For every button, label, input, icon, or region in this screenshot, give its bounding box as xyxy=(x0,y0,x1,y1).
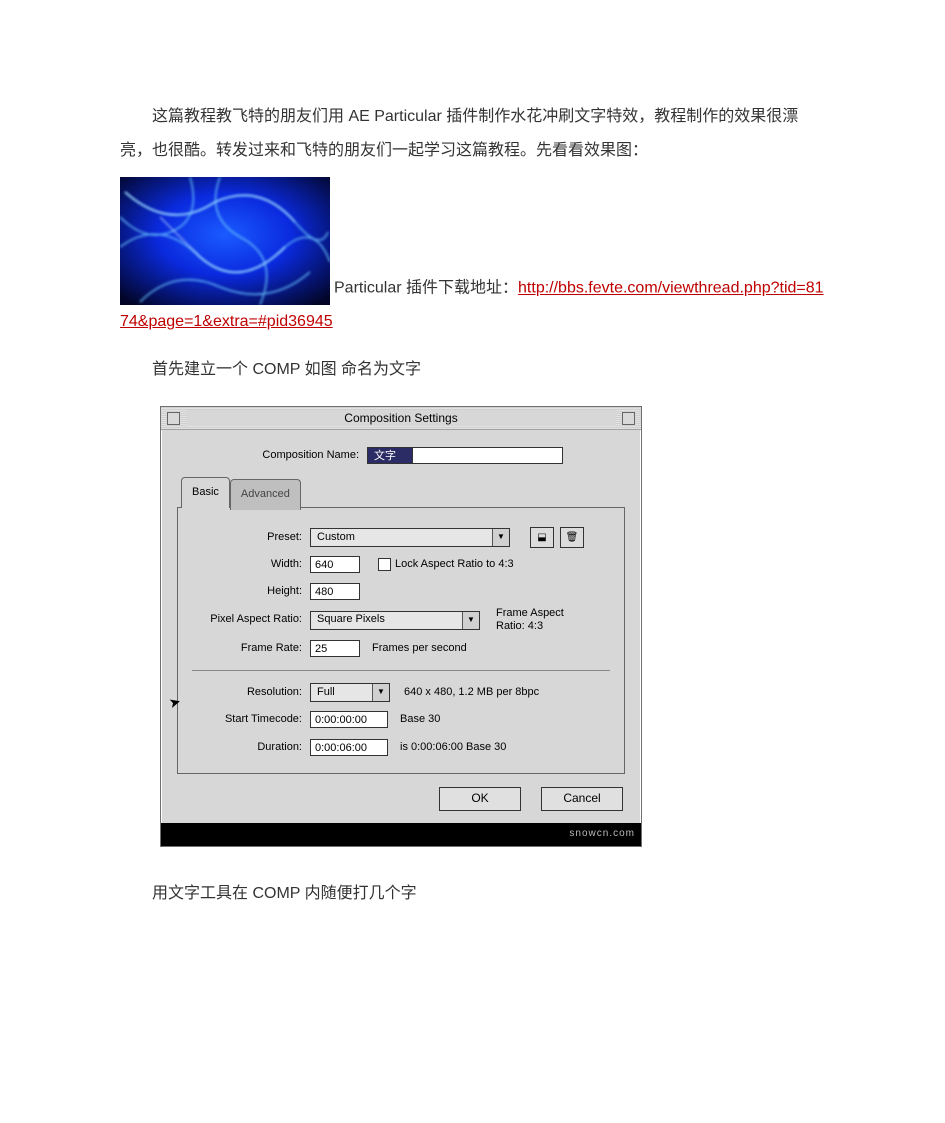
preset-combo[interactable]: Custom ▼ xyxy=(310,528,510,547)
resolution-combo[interactable]: Full ▼ xyxy=(310,683,390,702)
cancel-button[interactable]: Cancel xyxy=(541,787,623,811)
tab-panel-basic: Preset: Custom ▼ ⬓ 🗑 xyxy=(177,507,625,774)
start-timecode-info: Base 30 xyxy=(400,708,440,731)
tab-basic[interactable]: Basic xyxy=(181,477,230,507)
tab-advanced[interactable]: Advanced xyxy=(230,479,301,509)
dialog-title: Composition Settings xyxy=(186,410,616,426)
fps-label: Frame Rate: xyxy=(192,637,302,660)
duration-input[interactable]: 0:00:06:00 xyxy=(310,739,388,756)
download-prefix: Particular 插件下载地址： xyxy=(334,280,518,297)
height-input[interactable]: 480 xyxy=(310,583,360,600)
composition-settings-dialog: Composition Settings Composition Name: 文… xyxy=(160,406,642,846)
resolution-info: 640 x 480, 1.2 MB per 8bpc xyxy=(404,681,539,704)
width-input[interactable]: 640 xyxy=(310,556,360,573)
floppy-icon: ⬓ xyxy=(537,527,546,548)
frame-aspect-label: Frame Aspect Ratio: 4:3 xyxy=(496,607,564,633)
chevron-down-icon[interactable]: ▼ xyxy=(372,684,389,701)
lock-aspect-label: Lock Aspect Ratio to 4:3 xyxy=(395,553,514,576)
par-label: Pixel Aspect Ratio: xyxy=(192,608,302,631)
width-label: Width: xyxy=(192,553,302,576)
ok-button[interactable]: OK xyxy=(439,787,521,811)
save-preset-button[interactable]: ⬓ xyxy=(530,527,554,548)
par-combo[interactable]: Square Pixels ▼ xyxy=(310,611,480,630)
chevron-down-icon[interactable]: ▼ xyxy=(492,529,509,546)
comp-name-input[interactable]: 文字 xyxy=(367,447,413,464)
start-timecode-input[interactable]: 0:00:00:00 xyxy=(310,711,388,728)
delete-preset-button[interactable]: 🗑 xyxy=(560,527,584,548)
start-timecode-label: Start Timecode: xyxy=(192,708,302,731)
resolution-label: Resolution: xyxy=(192,681,302,704)
par-value: Square Pixels xyxy=(311,608,462,631)
resolution-value: Full xyxy=(311,681,372,704)
watermark-text: snowcn.com xyxy=(161,823,641,846)
fps-input[interactable]: 25 xyxy=(310,640,360,657)
duration-info: is 0:00:06:00 Base 30 xyxy=(400,736,506,759)
chevron-down-icon[interactable]: ▼ xyxy=(462,612,479,629)
duration-label: Duration: xyxy=(192,736,302,759)
comp-name-label: Composition Name: xyxy=(239,444,359,467)
fps-suffix: Frames per second xyxy=(372,637,467,660)
titlebar-zoom-box[interactable] xyxy=(622,412,635,425)
dialog-titlebar: Composition Settings xyxy=(161,407,641,430)
preset-label: Preset: xyxy=(192,526,302,549)
comp-name-input-rest[interactable] xyxy=(413,447,563,464)
step2-paragraph: 用文字工具在 COMP 内随便打几个字 xyxy=(120,877,825,911)
titlebar-close-box[interactable] xyxy=(167,412,180,425)
intro-paragraph: 这篇教程教飞特的朋友们用 AE Particular 插件制作水花冲刷文字特效，… xyxy=(120,100,825,167)
preset-value: Custom xyxy=(311,526,492,549)
effect-preview-image xyxy=(120,177,330,305)
trash-icon: 🗑 xyxy=(566,527,579,548)
lock-aspect-checkbox[interactable] xyxy=(378,558,391,571)
step1-paragraph: 首先建立一个 COMP 如图 命名为文字 xyxy=(120,353,825,387)
height-label: Height: xyxy=(192,580,302,603)
